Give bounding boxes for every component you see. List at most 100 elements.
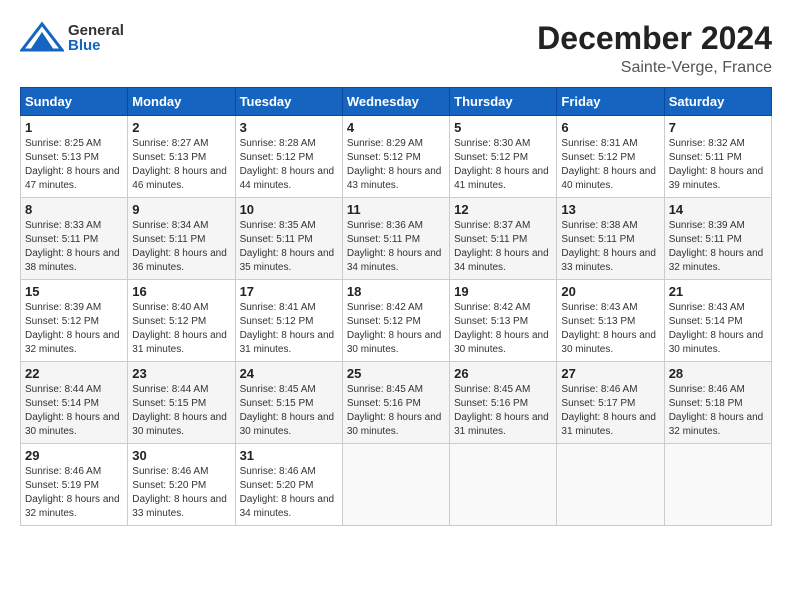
day-number: 1 [25, 120, 123, 135]
logo-general-text: General [68, 23, 124, 38]
day-info: Sunrise: 8:42 AMSunset: 5:12 PMDaylight:… [347, 301, 445, 357]
day-info: Sunrise: 8:31 AMSunset: 5:12 PMDaylight:… [561, 137, 659, 193]
day-info: Sunrise: 8:46 AMSunset: 5:18 PMDaylight:… [669, 383, 767, 439]
day-info: Sunrise: 8:30 AMSunset: 5:12 PMDaylight:… [454, 137, 552, 193]
logo: General Blue [20, 20, 124, 56]
calendar-table: SundayMondayTuesdayWednesdayThursdayFrid… [20, 87, 772, 526]
day-number: 17 [240, 284, 338, 299]
calendar-day-header: Tuesday [235, 88, 342, 116]
day-number: 6 [561, 120, 659, 135]
day-number: 28 [669, 366, 767, 381]
calendar-cell: 20 Sunrise: 8:43 AMSunset: 5:13 PMDayligh… [557, 280, 664, 362]
day-info: Sunrise: 8:38 AMSunset: 5:11 PMDaylight:… [561, 219, 659, 275]
month-title: December 2024 [537, 20, 772, 57]
calendar-cell: 9Sunrise: 8:34 AMSunset: 5:11 PMDaylight… [128, 198, 235, 280]
day-info: Sunrise: 8:44 AMSunset: 5:14 PMDaylight:… [25, 383, 123, 439]
calendar-week-row: 8 Sunrise: 8:33 AMSunset: 5:11 PMDaylight… [21, 198, 772, 280]
calendar-cell [450, 444, 557, 526]
logo-blue-text: Blue [68, 38, 124, 53]
calendar-cell: 24Sunrise: 8:45 AMSunset: 5:15 PMDayligh… [235, 362, 342, 444]
day-number: 7 [669, 120, 767, 135]
day-number: 29 [25, 448, 123, 463]
calendar-cell: 11Sunrise: 8:36 AMSunset: 5:11 PMDayligh… [342, 198, 449, 280]
calendar-cell: 30 Sunrise: 8:46 AMSunset: 5:20 PMDayligh… [128, 444, 235, 526]
calendar-cell: 28 Sunrise: 8:46 AMSunset: 5:18 PMDayligh… [664, 362, 771, 444]
day-number: 27 [561, 366, 659, 381]
day-info: Sunrise: 8:33 AMSunset: 5:11 PMDaylight:… [25, 219, 123, 275]
logo-icon [20, 20, 64, 56]
calendar-day-header: Monday [128, 88, 235, 116]
day-number: 25 [347, 366, 445, 381]
day-info: Sunrise: 8:32 AMSunset: 5:11 PMDaylight:… [669, 137, 767, 193]
day-info: Sunrise: 8:46 AMSunset: 5:17 PMDaylight:… [561, 383, 659, 439]
calendar-cell: 10 Sunrise: 8:35 AMSunset: 5:11 PMDayligh… [235, 198, 342, 280]
calendar-cell: 23Sunrise: 8:44 AMSunset: 5:15 PMDayligh… [128, 362, 235, 444]
calendar-header-row: SundayMondayTuesdayWednesdayThursdayFrid… [21, 88, 772, 116]
calendar-cell: 26Sunrise: 8:45 AMSunset: 5:16 PMDayligh… [450, 362, 557, 444]
day-number: 10 [240, 202, 338, 217]
day-number: 14 [669, 202, 767, 217]
day-number: 23 [132, 366, 230, 381]
day-number: 21 [669, 284, 767, 299]
day-info: Sunrise: 8:28 AMSunset: 5:12 PMDaylight:… [240, 137, 338, 193]
calendar-week-row: 15 Sunrise: 8:39 AMSunset: 5:12 PMDayligh… [21, 280, 772, 362]
calendar-week-row: 29 Sunrise: 8:46 AMSunset: 5:19 PMDayligh… [21, 444, 772, 526]
day-number: 20 [561, 284, 659, 299]
calendar-day-header: Wednesday [342, 88, 449, 116]
day-number: 16 [132, 284, 230, 299]
day-number: 15 [25, 284, 123, 299]
calendar-cell: 22Sunrise: 8:44 AMSunset: 5:14 PMDayligh… [21, 362, 128, 444]
day-info: Sunrise: 8:39 AMSunset: 5:12 PMDaylight:… [25, 301, 123, 357]
calendar-cell: 14 Sunrise: 8:39 AMSunset: 5:11 PMDayligh… [664, 198, 771, 280]
calendar-cell [664, 444, 771, 526]
calendar-cell: 27 Sunrise: 8:46 AMSunset: 5:17 PMDayligh… [557, 362, 664, 444]
day-number: 11 [347, 202, 445, 217]
day-number: 2 [132, 120, 230, 135]
calendar-cell: 7 Sunrise: 8:32 AMSunset: 5:11 PMDaylight… [664, 116, 771, 198]
day-info: Sunrise: 8:46 AMSunset: 5:19 PMDaylight:… [25, 465, 123, 521]
day-number: 8 [25, 202, 123, 217]
day-number: 24 [240, 366, 338, 381]
day-info: Sunrise: 8:43 AMSunset: 5:13 PMDaylight:… [561, 301, 659, 357]
calendar-cell: 6 Sunrise: 8:31 AMSunset: 5:12 PMDaylight… [557, 116, 664, 198]
day-info: Sunrise: 8:46 AMSunset: 5:20 PMDaylight:… [240, 465, 338, 521]
calendar-body: 1Sunrise: 8:25 AMSunset: 5:13 PMDaylight… [21, 116, 772, 526]
calendar-cell: 13 Sunrise: 8:38 AMSunset: 5:11 PMDayligh… [557, 198, 664, 280]
day-info: Sunrise: 8:37 AMSunset: 5:11 PMDaylight:… [454, 219, 552, 275]
calendar-cell: 1Sunrise: 8:25 AMSunset: 5:13 PMDaylight… [21, 116, 128, 198]
day-info: Sunrise: 8:35 AMSunset: 5:11 PMDaylight:… [240, 219, 338, 275]
day-info: Sunrise: 8:42 AMSunset: 5:13 PMDaylight:… [454, 301, 552, 357]
calendar-cell: 15 Sunrise: 8:39 AMSunset: 5:12 PMDayligh… [21, 280, 128, 362]
calendar-cell: 3Sunrise: 8:28 AMSunset: 5:12 PMDaylight… [235, 116, 342, 198]
calendar-cell: 19 Sunrise: 8:42 AMSunset: 5:13 PMDayligh… [450, 280, 557, 362]
day-number: 31 [240, 448, 338, 463]
title-block: December 2024 Sainte-Verge, France [537, 20, 772, 77]
day-number: 19 [454, 284, 552, 299]
calendar-cell [557, 444, 664, 526]
day-info: Sunrise: 8:45 AMSunset: 5:16 PMDaylight:… [454, 383, 552, 439]
calendar-day-header: Saturday [664, 88, 771, 116]
day-number: 12 [454, 202, 552, 217]
calendar-cell: 16 Sunrise: 8:40 AMSunset: 5:12 PMDayligh… [128, 280, 235, 362]
day-number: 18 [347, 284, 445, 299]
calendar-cell: 25Sunrise: 8:45 AMSunset: 5:16 PMDayligh… [342, 362, 449, 444]
calendar-cell: 12 Sunrise: 8:37 AMSunset: 5:11 PMDayligh… [450, 198, 557, 280]
day-info: Sunrise: 8:39 AMSunset: 5:11 PMDaylight:… [669, 219, 767, 275]
calendar-day-header: Friday [557, 88, 664, 116]
calendar-cell: 8 Sunrise: 8:33 AMSunset: 5:11 PMDaylight… [21, 198, 128, 280]
page-header: General Blue December 2024 Sainte-Verge,… [20, 20, 772, 77]
calendar-week-row: 22Sunrise: 8:44 AMSunset: 5:14 PMDayligh… [21, 362, 772, 444]
day-number: 5 [454, 120, 552, 135]
calendar-cell: 4Sunrise: 8:29 AMSunset: 5:12 PMDaylight… [342, 116, 449, 198]
day-number: 30 [132, 448, 230, 463]
calendar-cell: 29 Sunrise: 8:46 AMSunset: 5:19 PMDayligh… [21, 444, 128, 526]
day-info: Sunrise: 8:46 AMSunset: 5:20 PMDaylight:… [132, 465, 230, 521]
calendar-cell: 2Sunrise: 8:27 AMSunset: 5:13 PMDaylight… [128, 116, 235, 198]
day-info: Sunrise: 8:41 AMSunset: 5:12 PMDaylight:… [240, 301, 338, 357]
calendar-day-header: Thursday [450, 88, 557, 116]
day-info: Sunrise: 8:40 AMSunset: 5:12 PMDaylight:… [132, 301, 230, 357]
calendar-cell: 17 Sunrise: 8:41 AMSunset: 5:12 PMDayligh… [235, 280, 342, 362]
location: Sainte-Verge, France [537, 59, 772, 77]
day-number: 13 [561, 202, 659, 217]
day-info: Sunrise: 8:43 AMSunset: 5:14 PMDaylight:… [669, 301, 767, 357]
